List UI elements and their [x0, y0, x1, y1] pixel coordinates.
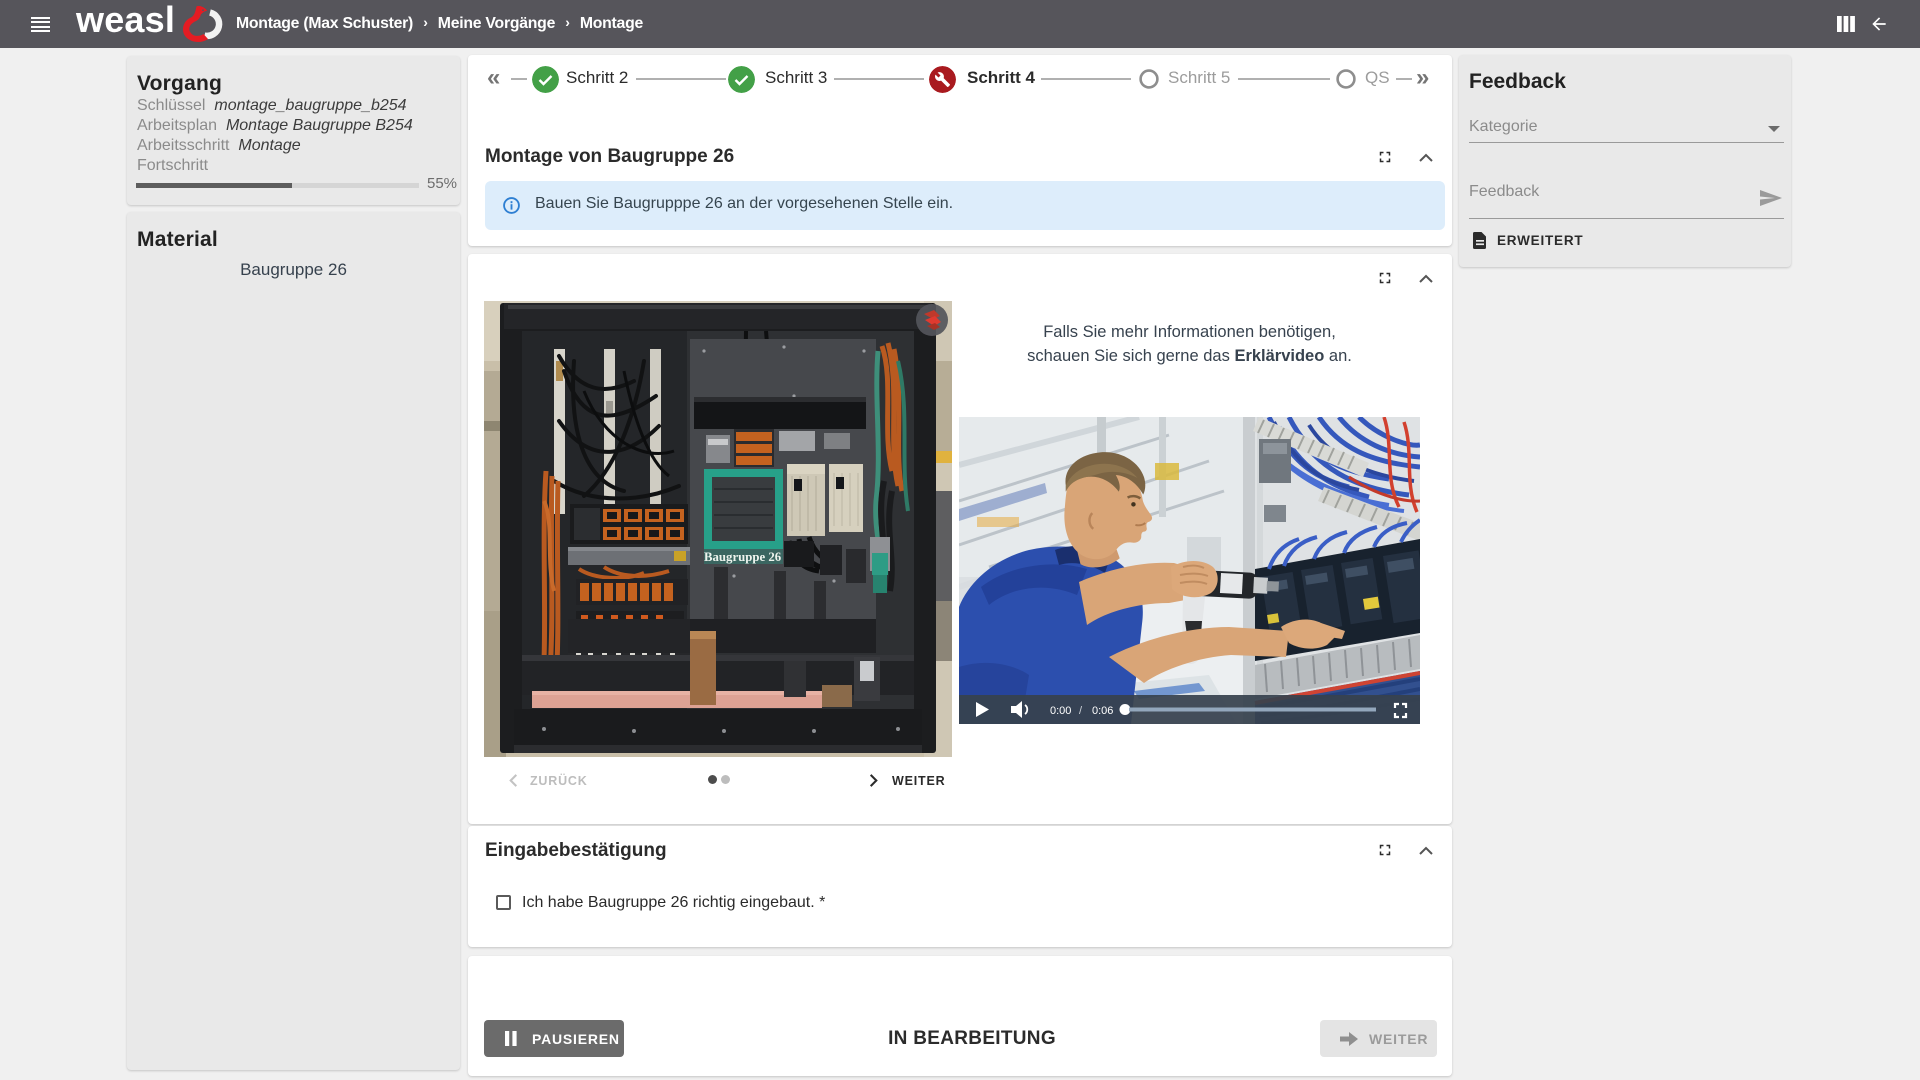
svg-text:0:06: 0:06	[1092, 705, 1113, 717]
svg-text:0:00: 0:00	[1050, 705, 1071, 717]
svg-text:Baugruppe 26: Baugruppe 26	[704, 550, 782, 564]
